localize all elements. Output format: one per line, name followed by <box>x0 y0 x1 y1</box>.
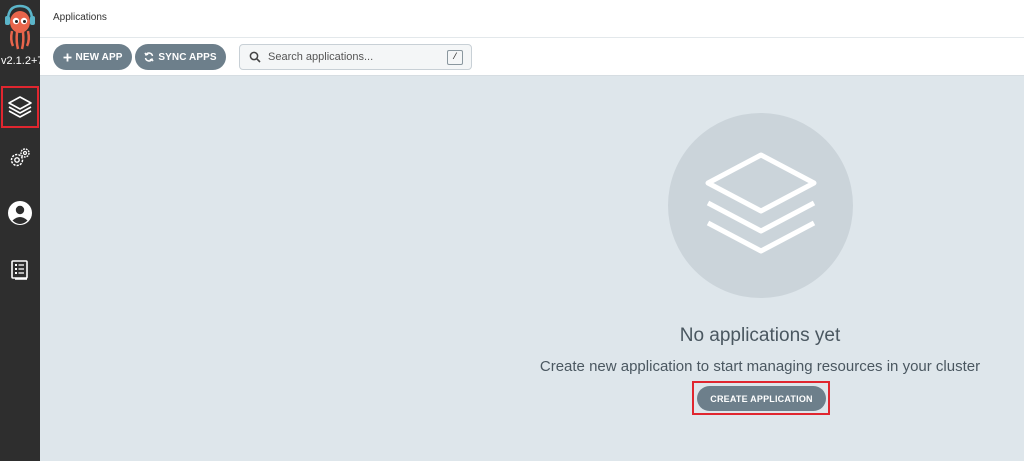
sidebar-item-applications[interactable] <box>1 86 39 128</box>
search-input[interactable] <box>268 51 438 63</box>
plus-icon <box>63 53 71 61</box>
toolbar: NEW APP SYNC APPS / <box>40 38 1024 76</box>
version-label: v2.1.2+7 <box>1 55 40 67</box>
sidebar-item-user-info[interactable] <box>0 193 40 233</box>
empty-state-subtitle: Create new application to start managing… <box>539 358 981 375</box>
new-app-button[interactable]: NEW APP <box>53 44 132 70</box>
search-icon <box>249 51 261 63</box>
sidebar: v2.1.2+7 <box>0 0 40 461</box>
sidebar-item-settings[interactable] <box>0 138 40 178</box>
argo-logo[interactable] <box>2 2 38 52</box>
layers-icon <box>8 96 32 118</box>
book-icon <box>11 260 28 280</box>
sync-icon <box>144 52 154 62</box>
page-title: Applications <box>53 12 107 23</box>
search-shortcut-key: / <box>447 50 463 65</box>
new-app-label: NEW APP <box>75 51 123 63</box>
search-box[interactable]: / <box>239 44 472 70</box>
sync-apps-button[interactable]: SYNC APPS <box>135 44 226 70</box>
create-application-button[interactable]: CREATE APPLICATION <box>697 386 826 411</box>
top-header: Applications <box>40 0 1024 38</box>
create-application-highlight: CREATE APPLICATION <box>692 381 830 415</box>
empty-state-illustration <box>668 113 853 298</box>
gears-icon <box>10 148 30 167</box>
layers-icon <box>705 152 816 253</box>
empty-state-title: No applications yet <box>679 325 841 346</box>
sync-apps-label: SYNC APPS <box>158 51 217 63</box>
sidebar-item-documentation[interactable] <box>0 250 40 290</box>
user-circle-icon <box>8 201 32 225</box>
